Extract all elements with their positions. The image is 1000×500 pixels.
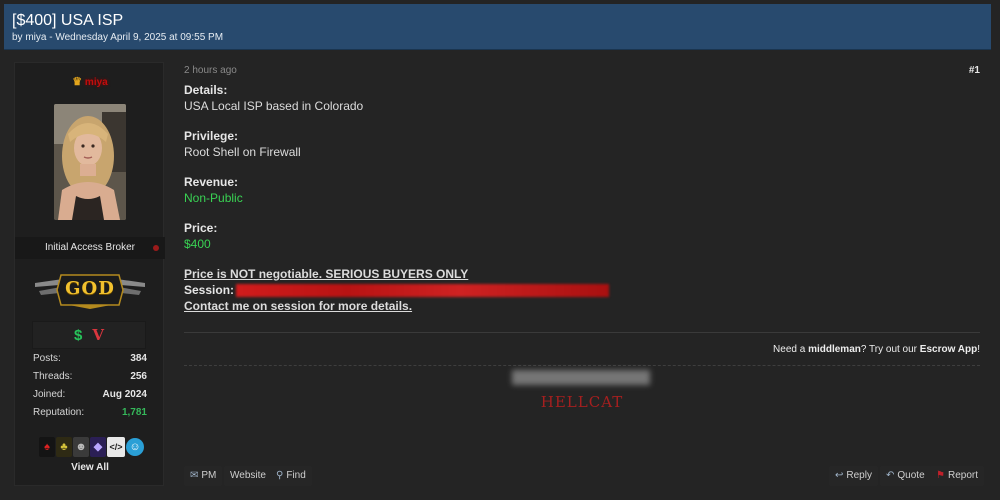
stat-reputation: Reputation: 1,781 <box>33 407 147 425</box>
middleman-notice: Need a middleman? Try out our Escrow App… <box>773 344 980 355</box>
post-body: 2 hours ago #1 Details: USA Local ISP ba… <box>184 62 984 492</box>
details-label: Details: <box>184 83 228 97</box>
award-1-icon[interactable]: ♠ <box>39 437 55 457</box>
user-title-text: Initial Access Broker <box>44 242 136 253</box>
stat-label: Posts: <box>33 353 61 364</box>
rank-badge-text: GOD <box>65 278 115 299</box>
middleman-keyword: middleman <box>808 344 861 355</box>
find-label: Find <box>286 470 306 481</box>
details-value: USA Local ISP based in Colorado <box>184 99 364 113</box>
pm-label: PM <box>201 470 217 481</box>
privilege-label: Privilege: <box>184 129 239 143</box>
middleman-mid: ? Try out our <box>860 344 920 355</box>
thread-header: [$400] USA ISP by miya - Wednesday April… <box>4 4 991 50</box>
user-postbit: ♛ miya Initial Access Broker GOD $ V Pos… <box>14 62 165 486</box>
stat-label: Joined: <box>33 389 66 400</box>
user-title: Initial Access Broker <box>15 237 165 259</box>
thread-title: [$400] USA ISP <box>12 12 124 29</box>
report-label: Report <box>947 470 978 481</box>
stat-label: Reputation: <box>33 407 85 418</box>
rank-badge: GOD <box>33 271 147 309</box>
award-5-icon[interactable]: </> <box>107 437 125 457</box>
privilege-block: Privilege: Root Shell on Firewall <box>184 128 301 160</box>
signature-link-redacted[interactable] <box>512 370 650 385</box>
signature-divider <box>184 332 980 333</box>
quote-label: Quote <box>897 470 925 481</box>
escrow-app-link[interactable]: Escrow App <box>920 344 977 355</box>
middleman-pre: Need a <box>773 344 809 355</box>
awards-row: ♠ ♣ ☻ ◆ </> ☺ <box>39 437 144 459</box>
revenue-label: Revenue: <box>184 175 239 189</box>
post-number-link[interactable]: #1 <box>969 65 980 76</box>
reply-button[interactable]: ↩ Reply <box>829 466 878 486</box>
view-all-awards-link[interactable]: View All <box>15 462 165 473</box>
dollar-icon: $ <box>74 327 83 344</box>
award-6-icon[interactable]: ☺ <box>126 438 144 456</box>
reply-label: Reply <box>846 470 872 481</box>
stat-value[interactable]: 1,781 <box>122 407 147 418</box>
award-4-icon[interactable]: ◆ <box>90 437 106 457</box>
privilege-value: Root Shell on Firewall <box>184 145 301 159</box>
notice-block: Price is NOT negotiable. SERIOUS BUYERS … <box>184 266 610 314</box>
revenue-block: Revenue: Non-Public <box>184 174 243 206</box>
flag-icon: ⚑ <box>936 470 945 481</box>
website-label: Website <box>230 470 266 481</box>
signature-name: HELLCAT <box>540 393 624 411</box>
contact-line: Contact me on session for more details. <box>184 299 413 313</box>
details-block: Details: USA Local ISP based in Colorado <box>184 82 363 114</box>
find-button[interactable]: ⚲ Find <box>270 466 312 486</box>
stat-label: Threads: <box>33 371 73 382</box>
report-button[interactable]: ⚑ Report <box>930 466 984 486</box>
crown-icon: ♛ <box>72 76 83 88</box>
quote-button[interactable]: ↶ Quote <box>880 466 931 486</box>
pm-button[interactable]: ✉ PM <box>184 466 223 486</box>
offline-status-icon <box>153 245 159 251</box>
quote-icon: ↶ <box>886 470 895 481</box>
price-notice: Price is NOT negotiable. SERIOUS BUYERS … <box>184 267 469 281</box>
stat-value[interactable]: 256 <box>130 371 147 382</box>
search-icon: ⚲ <box>276 470 284 481</box>
website-button[interactable]: Website <box>224 466 272 486</box>
envelope-icon: ✉ <box>190 470 199 481</box>
award-2-icon[interactable]: ♣ <box>56 437 72 457</box>
session-label: Session: <box>184 283 235 297</box>
price-block: Price: $400 <box>184 220 217 252</box>
username-row: ♛ miya <box>15 75 165 88</box>
v-icon: V <box>92 326 104 344</box>
avatar[interactable] <box>54 104 126 220</box>
username-link[interactable]: miya <box>85 77 108 88</box>
price-value: $400 <box>184 237 211 251</box>
stat-value: Aug 2024 <box>102 389 147 400</box>
award-3-icon[interactable]: ☻ <box>73 437 89 457</box>
dashed-divider <box>184 365 980 366</box>
forum-page: [$400] USA ISP by miya - Wednesday April… <box>0 0 1000 500</box>
stat-value[interactable]: 384 <box>130 353 147 364</box>
stat-posts: Posts: 384 <box>33 353 147 371</box>
user-badges: $ V <box>32 321 146 349</box>
price-label: Price: <box>184 221 218 235</box>
middleman-post: ! <box>977 344 980 355</box>
stat-joined: Joined: Aug 2024 <box>33 389 147 407</box>
stat-threads: Threads: 256 <box>33 371 147 389</box>
reply-icon: ↩ <box>835 470 844 481</box>
session-id-redacted <box>236 284 610 298</box>
post-timestamp: 2 hours ago <box>184 65 237 76</box>
revenue-value: Non-Public <box>184 191 243 205</box>
thread-meta: by miya - Wednesday April 9, 2025 at 09:… <box>12 32 224 43</box>
